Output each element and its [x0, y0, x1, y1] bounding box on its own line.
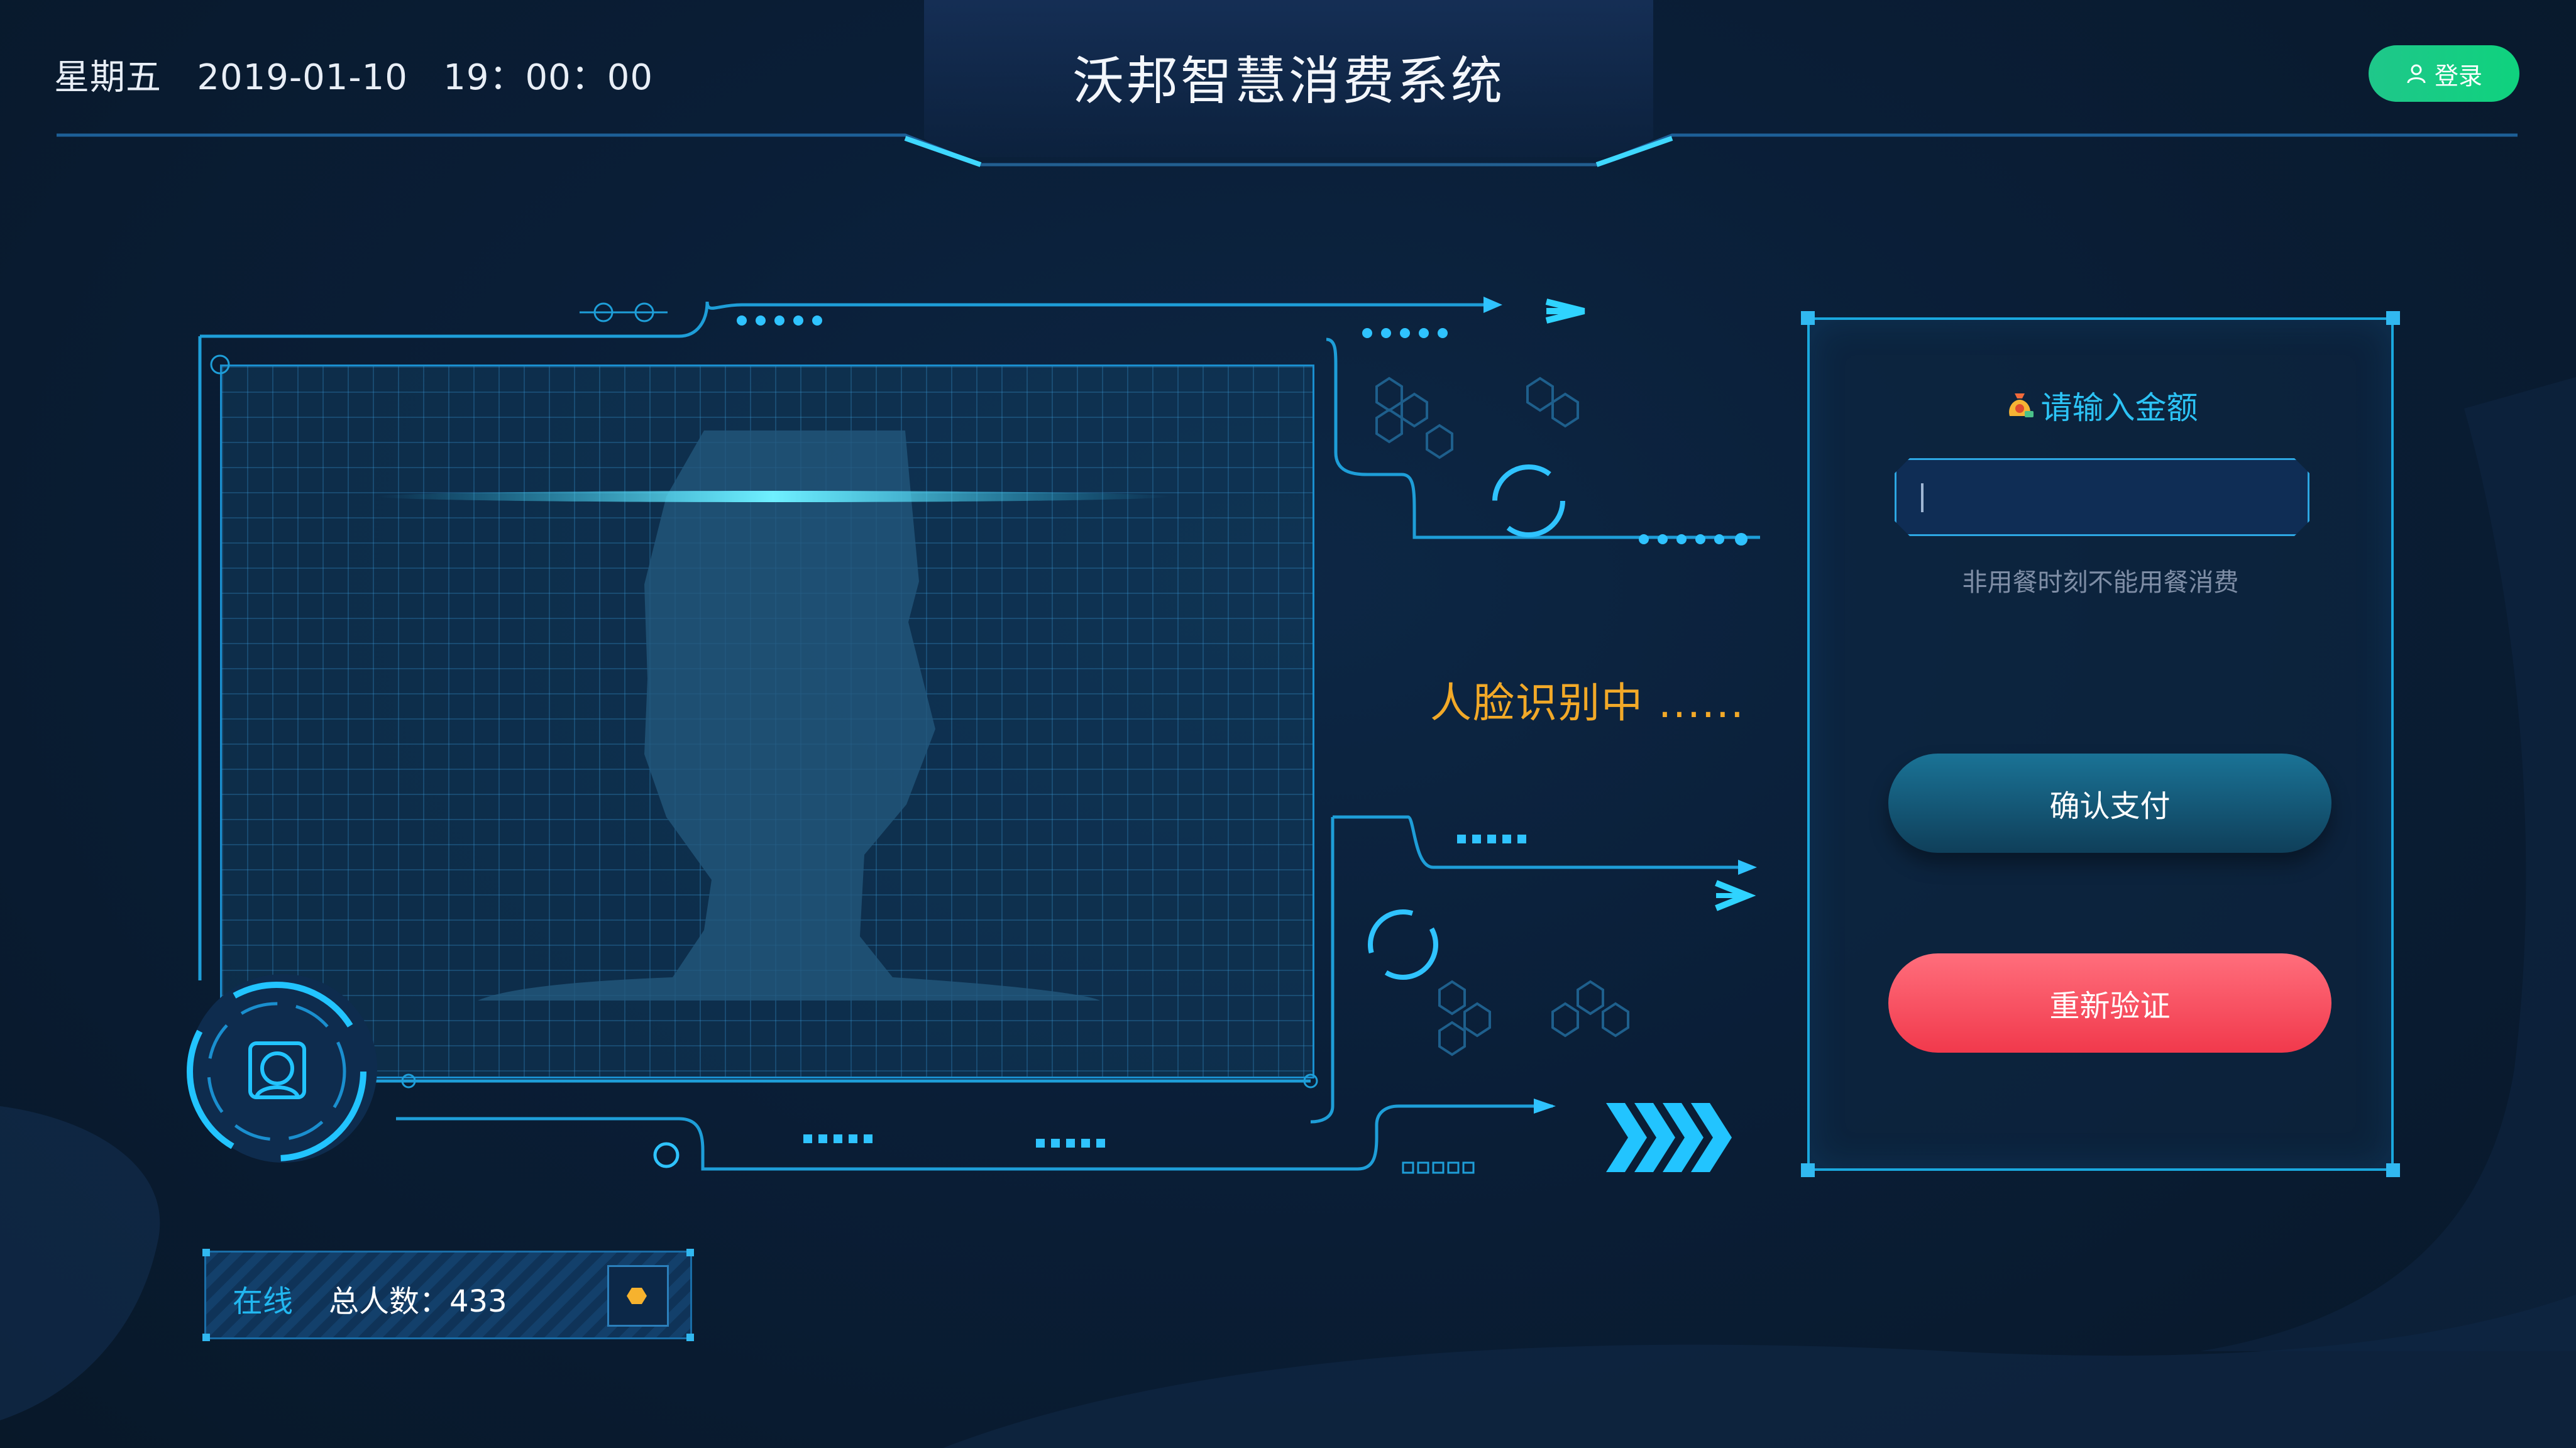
bar-corner	[686, 1334, 694, 1341]
reverify-button[interactable]: 重新验证	[1888, 953, 2331, 1053]
reverify-label: 重新验证	[2049, 989, 2171, 1024]
panel-corner	[1801, 311, 1815, 325]
bar-corner	[202, 1249, 210, 1256]
meal-time-hint: 非用餐时刻不能用餐消费	[1962, 568, 2239, 597]
money-bag-icon	[2003, 388, 2036, 429]
total-count: 总人数：433	[329, 1284, 507, 1319]
amount-title: 请输入金额	[1810, 383, 2391, 429]
confirm-payment-label: 确认支付	[2049, 789, 2171, 824]
confirm-payment-button[interactable]: 确认支付	[1888, 754, 2331, 853]
bar-corner	[202, 1334, 210, 1341]
hexagon-icon	[627, 1288, 647, 1304]
panel-corner	[2386, 311, 2400, 325]
recognition-status: 人脸识别中 ......	[1430, 679, 1745, 727]
panel-corner	[1801, 1163, 1815, 1177]
online-label: 在线	[233, 1284, 294, 1319]
online-indicator	[607, 1265, 669, 1327]
online-status-bar: 在线 总人数：433	[202, 1249, 694, 1341]
bar-corner	[686, 1249, 694, 1256]
text-cursor	[1921, 483, 1924, 512]
panel-corner	[2386, 1163, 2400, 1177]
face-scan-icon	[187, 974, 377, 1163]
amount-title-label: 请输入金额	[2040, 390, 2198, 426]
amount-panel: 请输入金额 非用餐时刻不能用餐消费 确认支付 重新验证	[1801, 311, 2400, 1177]
amount-input[interactable]	[1895, 458, 2309, 536]
